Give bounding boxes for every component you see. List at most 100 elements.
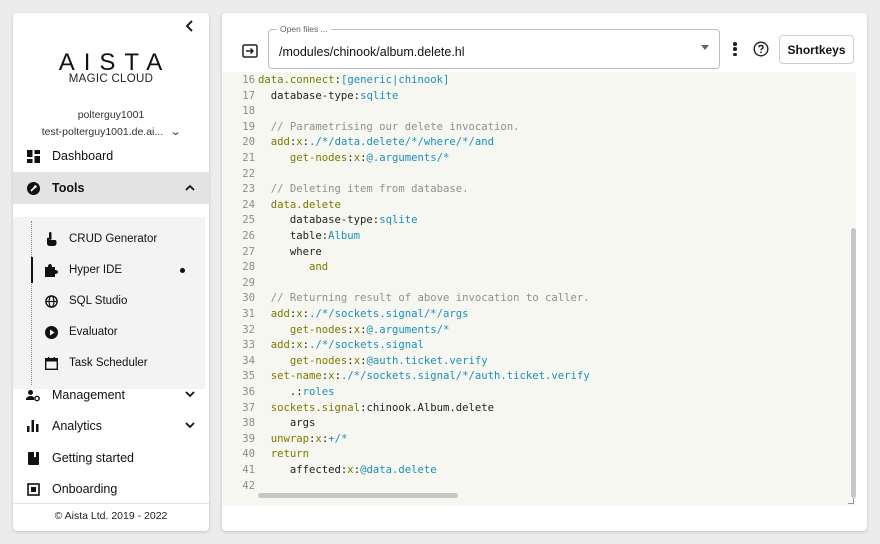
footer-divider [13, 503, 209, 504]
resize-handle[interactable] [848, 498, 854, 504]
code-line[interactable]: 34 get-nodes:x:@auth.ticket.verify [222, 354, 488, 370]
line-number: 29 [242, 276, 255, 289]
line-number: 22 [242, 167, 255, 180]
code-text: unwrap:x:+/* [258, 432, 348, 448]
code-line[interactable]: 42 [222, 479, 258, 495]
code-line[interactable]: 27 where [222, 245, 322, 261]
code-token: add [258, 308, 290, 320]
code-line[interactable]: 40 return [222, 447, 309, 463]
code-text: set-name:x:./*/sockets.signal/*/auth.tic… [258, 369, 590, 385]
code-text: get-nodes:x:@auth.ticket.verify [258, 354, 488, 370]
tool-crud-generator[interactable]: CRUD Generator [13, 224, 205, 254]
code-token: ./*/sockets.signal [309, 339, 424, 352]
chevron-down-icon [185, 389, 195, 401]
code-line[interactable]: 38 args [222, 416, 315, 432]
code-token: table: [258, 230, 329, 242]
code-text: args [258, 416, 316, 432]
dashboard-icon [26, 149, 40, 163]
onboarding-icon [26, 482, 40, 496]
code-text: database-type:sqlite [258, 213, 418, 229]
tool-sql-studio[interactable]: SQL Studio [13, 286, 205, 316]
help-button[interactable] [753, 41, 769, 57]
code-line[interactable]: 35 set-name:x:./*/sockets.signal/*/auth.… [222, 369, 590, 385]
code-text: add:x:./*/sockets.signal/*/args [258, 307, 469, 323]
ide-panel: Open files ... /modules/chinook/album.de… [222, 13, 867, 531]
code-line[interactable]: 17 database-type:sqlite [222, 89, 398, 105]
code-line[interactable]: 21 get-nodes:x:@.arguments/* [222, 151, 449, 167]
nav-tools[interactable]: Tools [13, 172, 209, 204]
code-editor[interactable]: 42 41 affected:x:@data.delete 40 return 39 … [222, 72, 856, 506]
line-number: 23 [242, 183, 255, 196]
nav-getting-started[interactable]: Getting started [13, 442, 209, 474]
code-token: sqlite [379, 214, 418, 227]
collapse-sidebar-button[interactable] [183, 19, 199, 35]
code-line[interactable]: 28 and [222, 260, 328, 276]
code-line[interactable]: 20 add:x:./*/data.delete/*/where/*/and [222, 135, 494, 151]
code-token: Album [328, 230, 361, 242]
line-number: 19 [242, 120, 255, 133]
tool-hyper-ide-label: Hyper IDE [69, 264, 123, 276]
code-line[interactable]: 33 add:x:./*/sockets.signal [222, 338, 424, 354]
code-token: .: [258, 386, 303, 398]
logo-subtitle: MAGIC CLOUD [68, 73, 154, 85]
line-number: 17 [242, 89, 255, 102]
code-token: unwrap [258, 432, 310, 445]
code-token: [generic|chinook] [340, 74, 450, 86]
code-text: data.connect:[generic|chinook] [258, 73, 449, 89]
code-line[interactable]: 18 [222, 104, 258, 120]
code-line[interactable]: 37 sockets.signal:chinook.Album.delete [222, 401, 494, 417]
code-line[interactable]: 36 .:roles [222, 385, 334, 401]
line-number: 20 [242, 136, 255, 149]
code-token: ./*/sockets.signal/*/auth.ticket.verify [340, 370, 590, 383]
code-line[interactable]: 25 database-type:sqlite [222, 213, 417, 229]
code-line[interactable]: 19 // Parametrising our delete invocatio… [222, 120, 520, 136]
folder-arrow-icon [242, 44, 258, 58]
code-text: // Deleting item from database. [258, 182, 469, 198]
line-number: 35 [242, 370, 255, 383]
code-line[interactable]: 41 affected:x:@data.delete [222, 463, 436, 479]
code-token: :chinook.Album.delete [360, 401, 494, 414]
code-line[interactable]: 39 unwrap:x:+/* [222, 432, 347, 448]
tool-evaluator[interactable]: Evaluator [13, 317, 205, 347]
new-file-button[interactable] [242, 43, 258, 59]
chevron-down-icon [185, 420, 195, 432]
horizontal-scrollbar[interactable] [258, 493, 458, 498]
code-line[interactable]: 30 // Returning result of above invocati… [222, 291, 590, 307]
code-token: sqlite [360, 89, 399, 102]
line-number: 27 [242, 245, 255, 258]
code-line[interactable]: 26 table:Album [222, 229, 360, 245]
line-number: 36 [242, 386, 255, 398]
tool-hyper-ide[interactable]: Hyper IDE [13, 255, 205, 285]
current-file-path: /modules/chinook/album.delete.hl [279, 45, 465, 59]
more-options-button[interactable] [730, 39, 740, 59]
code-token: args [258, 417, 316, 430]
code-line[interactable]: 32 get-nodes:x:@.arguments/* [222, 323, 449, 339]
code-token: +/* [328, 432, 348, 445]
nav-onboarding[interactable]: Onboarding [13, 473, 209, 505]
code-line[interactable]: 29 [222, 276, 258, 292]
code-text: and [258, 260, 328, 276]
shortkeys-button[interactable]: Shortkeys [779, 35, 854, 64]
backend-label: test-polterguy1001.de.ai... [41, 126, 164, 138]
tool-task-scheduler-label: Task Scheduler [69, 357, 148, 369]
backend-selector[interactable]: test-polterguy1001.de.ai... ⌄ [13, 125, 209, 138]
vertical-scrollbar[interactable] [851, 228, 856, 498]
tool-task-scheduler[interactable]: Task Scheduler [13, 348, 205, 378]
code-line[interactable]: 24 data.delete [222, 198, 341, 214]
play-circle-icon [44, 325, 58, 339]
line-number: 26 [242, 230, 255, 242]
nav-dashboard[interactable]: Dashboard [13, 140, 209, 172]
code-token: // Parametrising our delete invocation. [258, 120, 520, 133]
code-text: // Parametrising our delete invocation. [258, 120, 520, 136]
dot-icon [733, 52, 737, 56]
code-line[interactable]: 22 [222, 167, 258, 183]
nav-management[interactable]: Management [13, 379, 209, 411]
code-line[interactable]: 31 add:x:./*/sockets.signal/*/args [222, 307, 469, 323]
code-token: get-nodes [258, 354, 348, 367]
nav-analytics[interactable]: Analytics [13, 410, 209, 442]
line-number: 39 [242, 432, 255, 445]
code-text: // Returning result of above invocation … [258, 291, 590, 307]
code-line[interactable]: 23 // Deleting item from database. [222, 182, 468, 198]
code-line[interactable]: 16 data.connect:[generic|chinook] [222, 73, 449, 89]
open-files-select[interactable]: Open files ... /modules/chinook/album.de… [268, 24, 720, 69]
